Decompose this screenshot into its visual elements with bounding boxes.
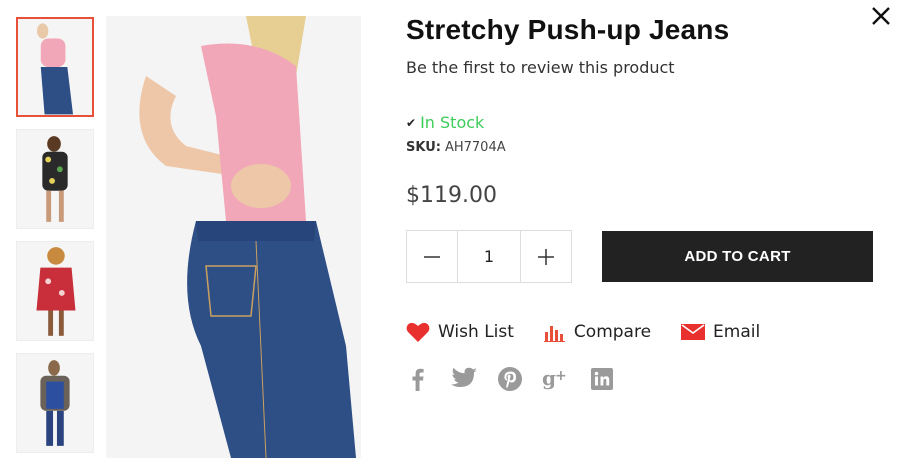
thumbnail-2[interactable] (16, 129, 94, 229)
social-share: g + (406, 367, 876, 391)
sku-value: AH7704A (444, 140, 506, 155)
check-icon: ✔ (406, 115, 417, 130)
thumbnail-image-blue-sweater (17, 354, 93, 452)
quantity-input[interactable] (457, 231, 521, 282)
email-label: Email (713, 322, 761, 342)
heart-icon (406, 322, 430, 342)
cart-row: ADD TO CART (406, 230, 876, 283)
thumbnail-1[interactable] (16, 17, 94, 117)
thumbnail-image-floral-romper (17, 130, 93, 228)
increase-quantity-button[interactable] (521, 231, 571, 282)
minus-icon (424, 255, 440, 258)
product-info: Stretchy Push-up Jeans Be the first to r… (406, 14, 876, 391)
product-actions: Wish List Compare Email (406, 321, 876, 343)
thumbnail-3[interactable] (16, 241, 94, 341)
svg-text:g: g (542, 367, 556, 390)
review-link[interactable]: Be the first to review this product (406, 58, 675, 77)
wishlist-button[interactable]: Wish List (406, 321, 514, 343)
thumbnail-4[interactable] (16, 353, 94, 453)
quantity-stepper (406, 230, 572, 283)
linkedin-icon[interactable] (590, 367, 614, 391)
compare-label: Compare (573, 322, 652, 342)
plus-icon (538, 248, 554, 265)
facebook-icon[interactable] (406, 367, 430, 391)
pinterest-icon[interactable] (498, 367, 522, 391)
decrease-quantity-button[interactable] (407, 231, 457, 282)
svg-text:+: + (555, 368, 567, 384)
compare-button[interactable]: Compare (543, 322, 652, 342)
product-price: $119.00 (406, 183, 497, 208)
thumbnail-image-jeans (18, 19, 92, 115)
product-title: Stretchy Push-up Jeans (406, 14, 730, 45)
wishlist-label: Wish List (438, 322, 514, 342)
add-to-cart-button[interactable]: ADD TO CART (602, 231, 873, 282)
sku: SKU: AH7704A (406, 140, 876, 155)
stock-status: ✔ In Stock (406, 113, 876, 132)
twitter-icon[interactable] (450, 367, 478, 391)
stock-status-text: In Stock (420, 113, 485, 132)
envelope-icon (681, 324, 706, 340)
sku-label: SKU: (406, 140, 441, 155)
thumbnail-image-red-dress (17, 242, 93, 340)
bar-chart-icon (543, 326, 565, 342)
main-product-image (106, 16, 361, 458)
google-plus-icon[interactable]: g + (542, 367, 570, 391)
email-button[interactable]: Email (681, 322, 760, 342)
thumbnail-gallery (16, 17, 94, 465)
